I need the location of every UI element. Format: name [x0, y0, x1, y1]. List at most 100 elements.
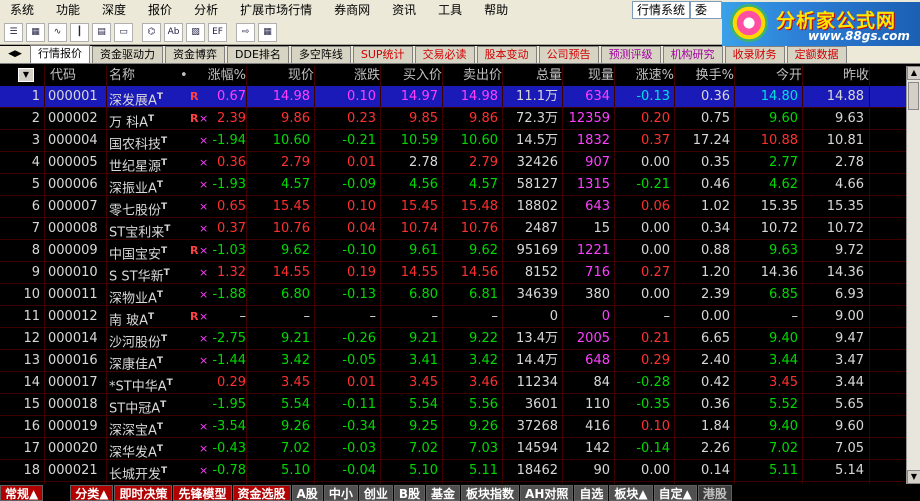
column-header-3[interactable]: •: [180, 66, 188, 85]
grid-line: [562, 66, 563, 484]
table-row[interactable]: 18 000021 长城开发T × -0.78 5.10 -0.04 5.10 5.11 1846…: [0, 460, 906, 482]
cell-vol: 95169: [516, 243, 558, 258]
tab-5[interactable]: SUP统计: [352, 46, 413, 63]
abc-icon[interactable]: Ab: [164, 22, 183, 42]
bottom-tab-10[interactable]: 板块指数: [461, 484, 520, 501]
scroll-thumb[interactable]: [908, 82, 919, 110]
tab-9[interactable]: 预测评级: [600, 46, 661, 63]
table-row[interactable]: 7 000008 ST宝利来T × 0.37 10.76 0.04 10.74 10.76 248…: [0, 218, 906, 240]
menu-item[interactable]: 分析: [182, 0, 228, 20]
bottom-tab-0[interactable]: 常规▲: [0, 484, 44, 501]
menu-item[interactable]: 券商网: [322, 0, 380, 20]
scroll-down-icon[interactable]: ▼: [907, 470, 920, 484]
bottom-tab-3[interactable]: 先锋模型: [173, 484, 232, 501]
ef-icon[interactable]: EF: [208, 22, 227, 42]
tab-1[interactable]: 资金驱动力: [92, 46, 163, 63]
table-row[interactable]: 12 000014 沙河股份T × -2.75 9.21 -0.26 9.21 9.22 13.4…: [0, 328, 906, 350]
column-header-14[interactable]: 昨收: [802, 66, 869, 85]
tab-12[interactable]: 定额数据: [786, 46, 847, 63]
table-row[interactable]: 13 000016 深康佳AT × -1.44 3.42 -0.05 3.41 3.42 14.4…: [0, 350, 906, 372]
tab-10[interactable]: 机构研究: [662, 46, 723, 63]
list-icon[interactable]: ☰: [4, 22, 23, 42]
menu-item[interactable]: 报价: [136, 0, 182, 20]
tab-0[interactable]: 行情报价: [30, 45, 90, 63]
bottom-tab-15[interactable]: 港股: [697, 484, 732, 501]
menu-item[interactable]: 工具: [426, 0, 472, 20]
column-header-1[interactable]: 代码: [50, 66, 76, 85]
window-icon[interactable]: ▭: [114, 22, 133, 42]
column-selector-dropdown-icon[interactable]: ▼: [18, 68, 34, 82]
tab-2[interactable]: 资金博弈: [165, 46, 225, 63]
bottom-tab-2[interactable]: 即时决策: [114, 484, 173, 501]
table-row[interactable]: 6 000007 零七股份T × 0.65 15.45 0.10 15.45 15.48 1880…: [0, 196, 906, 218]
stock-name: 深发展A: [109, 93, 157, 109]
table-row[interactable]: 14 000017 *ST中华AT 0.29 3.45 0.01 3.45 3.46 11234…: [0, 372, 906, 394]
tab-3[interactable]: DDE排名: [227, 46, 289, 63]
quote-system-button[interactable]: 行情系统: [632, 1, 691, 19]
export-icon[interactable]: ⇨: [236, 22, 255, 42]
column-header-8[interactable]: 卖出价: [442, 66, 502, 85]
bottom-tab-4[interactable]: 资金选股: [232, 484, 291, 501]
column-header-4[interactable]: 涨幅%: [200, 66, 246, 85]
vertical-scrollbar[interactable]: ▲ ▼: [906, 66, 920, 484]
table-row[interactable]: 15 000018 ST中冠AT -1.95 5.54 -0.11 5.54 5.56 3601…: [0, 394, 906, 416]
bottom-tab-14[interactable]: 自定▲: [653, 484, 697, 501]
bottom-tab-11[interactable]: AH对照: [520, 484, 574, 501]
table-row[interactable]: 2 000002 万 科AT R × 2.39 9.86 0.23 9.85 9.86 72.3万 1…: [0, 108, 906, 130]
column-header-7[interactable]: 买入价: [380, 66, 442, 85]
bottom-tab-8[interactable]: B股: [393, 484, 425, 501]
menu-item[interactable]: 扩展市场行情: [228, 0, 322, 20]
column-header-6[interactable]: 涨跌: [314, 66, 380, 85]
column-header-10[interactable]: 现量: [562, 66, 614, 85]
tab-7[interactable]: 股本变动: [476, 46, 537, 63]
table-row[interactable]: 10 000011 深物业AT × -1.88 6.80 -0.13 6.80 6.81 3463…: [0, 284, 906, 306]
bottom-tab-5[interactable]: A股: [291, 484, 323, 501]
menu-item[interactable]: 功能: [44, 0, 90, 20]
menu-item[interactable]: 深度: [90, 0, 136, 20]
bottom-tab-12[interactable]: 自选: [574, 484, 609, 501]
table-row[interactable]: 8 000009 中国宝安T R × -1.03 9.62 -0.10 9.61 9.62 9516…: [0, 240, 906, 262]
table-row[interactable]: 4 000005 世纪星源T × 0.36 2.79 0.01 2.78 2.79 32426 90…: [0, 152, 906, 174]
tree-icon[interactable]: ⌬: [142, 22, 161, 42]
table-row[interactable]: 5 000006 深振业AT × -1.93 4.57 -0.09 4.56 4.57 58127…: [0, 174, 906, 196]
column-header-11[interactable]: 涨速%: [614, 66, 674, 85]
column-header-12[interactable]: 换手%: [674, 66, 734, 85]
column-header-13[interactable]: 今开: [734, 66, 802, 85]
tab-6[interactable]: 交易必读: [414, 46, 475, 63]
bottom-tab-9[interactable]: 基金: [426, 484, 461, 501]
table-row[interactable]: 17 000020 深华发AT × -0.43 7.02 -0.03 7.02 7.03 1459…: [0, 438, 906, 460]
table-row[interactable]: 11 000012 南 玻AT R × – – – – –0 0–0.00–9.00: [0, 306, 906, 328]
menu-item[interactable]: 资讯: [380, 0, 426, 20]
bottom-tab-7[interactable]: 创业: [358, 484, 393, 501]
column-header-2[interactable]: 名称: [109, 66, 135, 85]
tab-11[interactable]: 收录财务: [724, 46, 785, 63]
candlestick-icon[interactable]: ┃: [70, 22, 89, 42]
table-row[interactable]: 1 000001 深发展AT R 0.67 14.98 0.10 14.97 14.98 11.1…: [0, 86, 906, 108]
news-icon[interactable]: ▧: [186, 22, 205, 42]
grid-icon[interactable]: ▦: [26, 22, 45, 42]
tab-8[interactable]: 公司预告: [538, 46, 599, 63]
column-header-9[interactable]: 总量: [502, 66, 562, 85]
trade-button[interactable]: 委托: [690, 1, 722, 19]
table-icon[interactable]: ▦: [258, 22, 277, 42]
bottom-tab-13[interactable]: 板块▲: [609, 484, 653, 501]
table-row[interactable]: 9 000010 S ST华新T × 1.32 14.55 0.19 14.55 14.56 81…: [0, 262, 906, 284]
multi-chart-icon[interactable]: ▤: [92, 22, 111, 42]
menu-item[interactable]: 帮助: [472, 0, 518, 20]
stock-quote-window: 系统功能深度报价分析扩展市场行情券商网资讯工具帮助 行情系统 委托 ☰▦∿┃▤▭…: [0, 0, 920, 501]
table-row[interactable]: 3 000004 国农科技T × -1.94 10.60 -0.21 10.59 10.60 14…: [0, 130, 906, 152]
cell-bid: 4.56: [409, 177, 438, 192]
bottom-tab-6[interactable]: 中小: [323, 484, 358, 501]
scroll-up-icon[interactable]: ▲: [907, 66, 920, 80]
tab-4[interactable]: 多空阵线: [290, 46, 351, 63]
cell-cur: 1832: [576, 133, 610, 148]
table-row[interactable]: 16 000019 深深宝AT × -3.54 9.26 -0.34 9.25 9.26 3726…: [0, 416, 906, 438]
grid-line: [106, 66, 107, 484]
column-header-5[interactable]: 现价: [246, 66, 314, 85]
menu-item[interactable]: 系统: [0, 0, 44, 20]
trend-icon[interactable]: ∿: [48, 22, 67, 42]
cell-open: 2.77: [769, 155, 798, 170]
bottom-tab-1[interactable]: 分类▲: [70, 484, 114, 501]
cell-cur: 907: [585, 155, 610, 170]
tab-scroll-arrows-icon[interactable]: ◀▶: [0, 45, 30, 63]
